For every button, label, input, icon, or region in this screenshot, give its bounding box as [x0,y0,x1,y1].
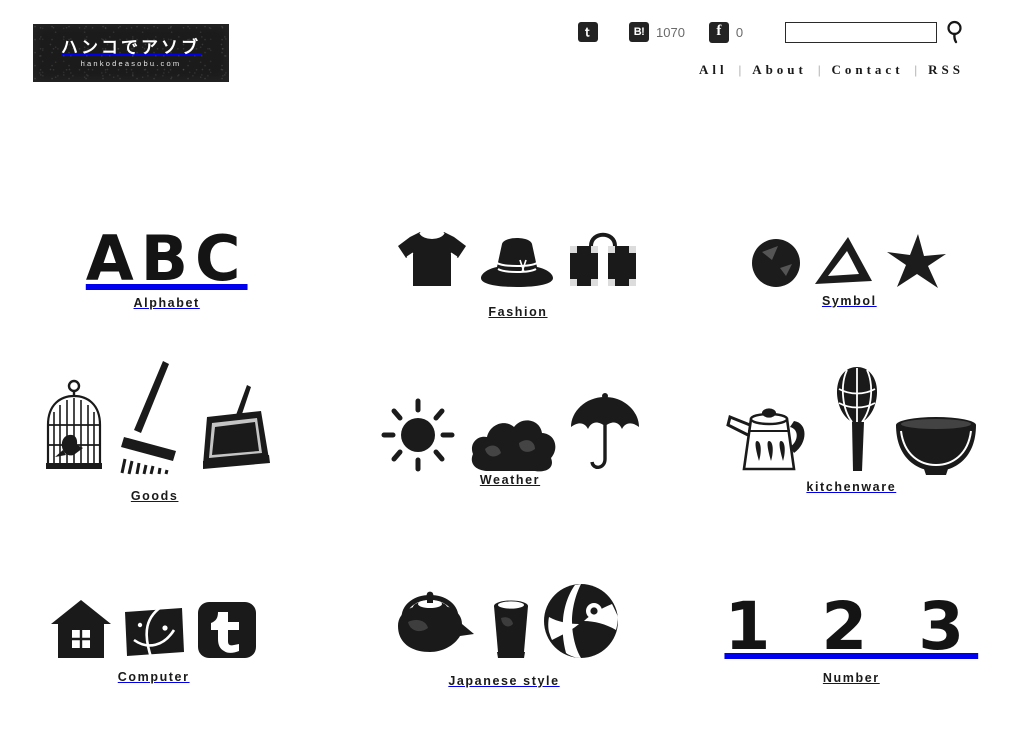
logo-domain-text: hankodeasobu.com [80,58,182,68]
dustpan-icon [195,383,271,475]
cloud-icon [467,413,559,475]
abc-stamps-icon: ABC [86,190,248,290]
category-label: Goods [130,489,179,503]
number-stamps-icon: 1 2 3 [724,560,978,660]
circle-icon [750,234,802,290]
facebook-count: 0 [735,24,744,40]
temari-ball-icon [542,582,620,660]
facebook-icon: f [708,21,729,43]
category-label: Computer [117,670,190,684]
category-item-fashion[interactable]: Fashion [341,190,682,375]
triangle-icon [812,234,874,290]
site-header: ハンコでアソブ hankodeasobu.com B! 1070 f 0 All… [0,0,1024,100]
nav-link-about[interactable]: About [752,62,807,78]
twitter-icon [578,22,598,42]
category-item-goods[interactable]: Goods [0,361,341,560]
whisk-icon [830,365,884,475]
hat-icon [480,230,554,290]
kitchenware-stamps-icon [724,367,978,475]
category-label: Number [822,671,880,685]
broom-icon [119,359,185,475]
nav-link-all[interactable]: All [699,62,728,78]
sun-icon [379,395,457,475]
category-item-symbol[interactable]: Symbol [683,190,1024,375]
japanese-style-stamps-icon [388,560,620,660]
house-icon [50,598,112,660]
category-item-computer[interactable]: Computer [0,560,341,745]
hatena-bookmark-count: 1070 [656,24,685,40]
search-form [785,20,965,44]
search-icon [945,20,965,44]
category-item-japanese-style[interactable]: Japanese style [341,560,682,745]
symbol-stamps-icon [750,190,948,290]
star-icon [884,232,948,290]
nav-separator: | [914,62,918,77]
social-buttons: B! 1070 f 0 [578,20,743,44]
category-item-number[interactable]: 1 2 3 Number [683,560,1024,745]
weather-stamps-icon [379,375,641,475]
nav-separator: | [738,62,742,77]
hatena-bookmark-button[interactable]: B! 1070 [629,22,685,42]
site-logo[interactable]: ハンコでアソブ hankodeasobu.com [33,24,229,82]
category-item-alphabet[interactable]: ABC Alphabet [0,190,341,375]
category-label: kitchenware [806,480,897,494]
tshirt-icon [394,228,470,290]
category-label: Weather [479,473,541,487]
logo-japanese-text: ハンコでアソブ [61,37,201,57]
computer-stamps-icon [50,560,258,660]
nav-link-rss[interactable]: RSS [928,62,964,78]
search-input[interactable] [785,21,937,43]
category-item-kitchenware[interactable]: kitchenware [683,367,1024,560]
main-navigation: All | About | Contact | RSS [699,62,964,78]
umbrella-icon [569,393,641,475]
category-label: Japanese style [448,674,560,688]
birdcage-icon [39,379,109,475]
number-stamp-text: 1 2 3 [724,588,979,665]
browser-icon [122,604,186,660]
suitcase-icon [564,224,642,290]
fashion-stamps-icon [394,190,642,290]
category-label: Fashion [488,305,548,319]
twitter-share-button[interactable] [578,22,605,42]
nav-link-contact[interactable]: Contact [831,62,903,78]
nav-separator: | [817,62,821,77]
abc-stamp-text: ABC [85,222,248,295]
search-button[interactable] [945,20,965,44]
hatena-bookmark-icon: B! [629,22,649,42]
twitter-stamp-icon [196,600,258,660]
kettle-icon [724,391,820,475]
category-grid: ABC Alphabet Fashion Symbol Goods Weathe… [0,190,1024,745]
category-label: Symbol [821,294,877,308]
goods-stamps-icon [39,361,271,475]
japanese-teapot-icon [388,576,480,660]
teacup-icon [490,598,532,660]
bowl-icon [894,409,978,475]
facebook-like-button[interactable]: f 0 [708,21,744,43]
category-item-weather[interactable]: Weather [341,375,682,560]
category-label: Alphabet [133,296,200,310]
